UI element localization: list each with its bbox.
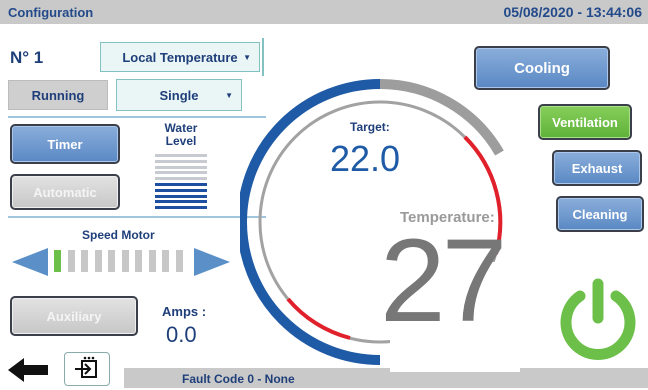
automatic-button[interactable]: Automatic (10, 174, 120, 210)
speed-motor-label: Speed Motor (82, 228, 155, 242)
divider (8, 116, 266, 118)
divider (8, 216, 266, 218)
water-level-bar (155, 194, 207, 198)
water-level-gauge (155, 154, 207, 212)
datetime-display: 05/08/2020 - 13:44:06 (503, 4, 642, 20)
speed-segment (54, 250, 61, 272)
ventilation-button[interactable]: Ventilation (538, 104, 632, 140)
auxiliary-button[interactable]: Auxiliary (10, 296, 138, 336)
left-arrow-icon (12, 248, 48, 276)
power-icon (560, 278, 636, 360)
water-level-bar (155, 206, 207, 210)
speed-increase-button[interactable] (192, 246, 232, 278)
speed-segment (148, 250, 156, 272)
unit-number: N° 1 (10, 48, 44, 67)
amps-label: Amps : (162, 304, 207, 319)
water-level-label-line2: Level (165, 134, 197, 148)
water-level-bar (155, 165, 207, 169)
power-button[interactable] (556, 276, 640, 360)
cleaning-button[interactable]: Cleaning (556, 196, 644, 232)
divider (262, 38, 264, 76)
water-level-bar (155, 171, 207, 175)
timer-button[interactable]: Timer (10, 124, 120, 164)
speed-segment (108, 250, 115, 272)
back-button[interactable] (6, 356, 50, 384)
status-indicator: Running (8, 80, 108, 110)
back-arrow-icon (8, 358, 48, 382)
speed-segment (175, 250, 183, 272)
exhaust-button[interactable]: Exhaust (552, 150, 642, 186)
target-value[interactable]: 22.0 (330, 138, 400, 180)
config-select-value: Single (159, 87, 199, 103)
chevron-down-icon: ▼ (225, 90, 233, 100)
exit-icon (75, 356, 97, 378)
chevron-down-icon: ▼ (243, 52, 251, 62)
water-level-bar (155, 200, 207, 204)
speed-segment (67, 250, 75, 272)
mode-select-value: Local Temperature (122, 49, 238, 65)
speed-segment (135, 250, 142, 272)
page-title: Configuration (8, 5, 94, 20)
title-bar: Configuration 05/08/2020 - 13:44:06 (0, 0, 648, 24)
water-level-bar (155, 154, 207, 157)
config-select[interactable]: Single ▼ (116, 79, 242, 111)
speed-segment (121, 250, 129, 272)
fault-code-text: Fault Code 0 - None (182, 372, 295, 386)
exit-button[interactable] (64, 352, 110, 386)
amps-value: 0.0 (166, 322, 197, 347)
water-level-label: Water Level (153, 122, 209, 148)
target-label: Target: (350, 120, 390, 134)
speed-segment (162, 250, 169, 272)
temperature-value: 27 (380, 215, 507, 347)
speed-decrease-button[interactable] (10, 246, 50, 278)
water-level-bar (155, 177, 207, 181)
mode-select[interactable]: Local Temperature ▼ (100, 42, 260, 72)
water-level-bar (155, 159, 207, 163)
cooling-button[interactable]: Cooling (474, 46, 610, 90)
water-level-bar (155, 188, 207, 192)
right-arrow-icon (194, 248, 230, 276)
speed-segment (81, 250, 88, 272)
water-level-bar (155, 183, 207, 186)
speed-segment (94, 250, 102, 272)
